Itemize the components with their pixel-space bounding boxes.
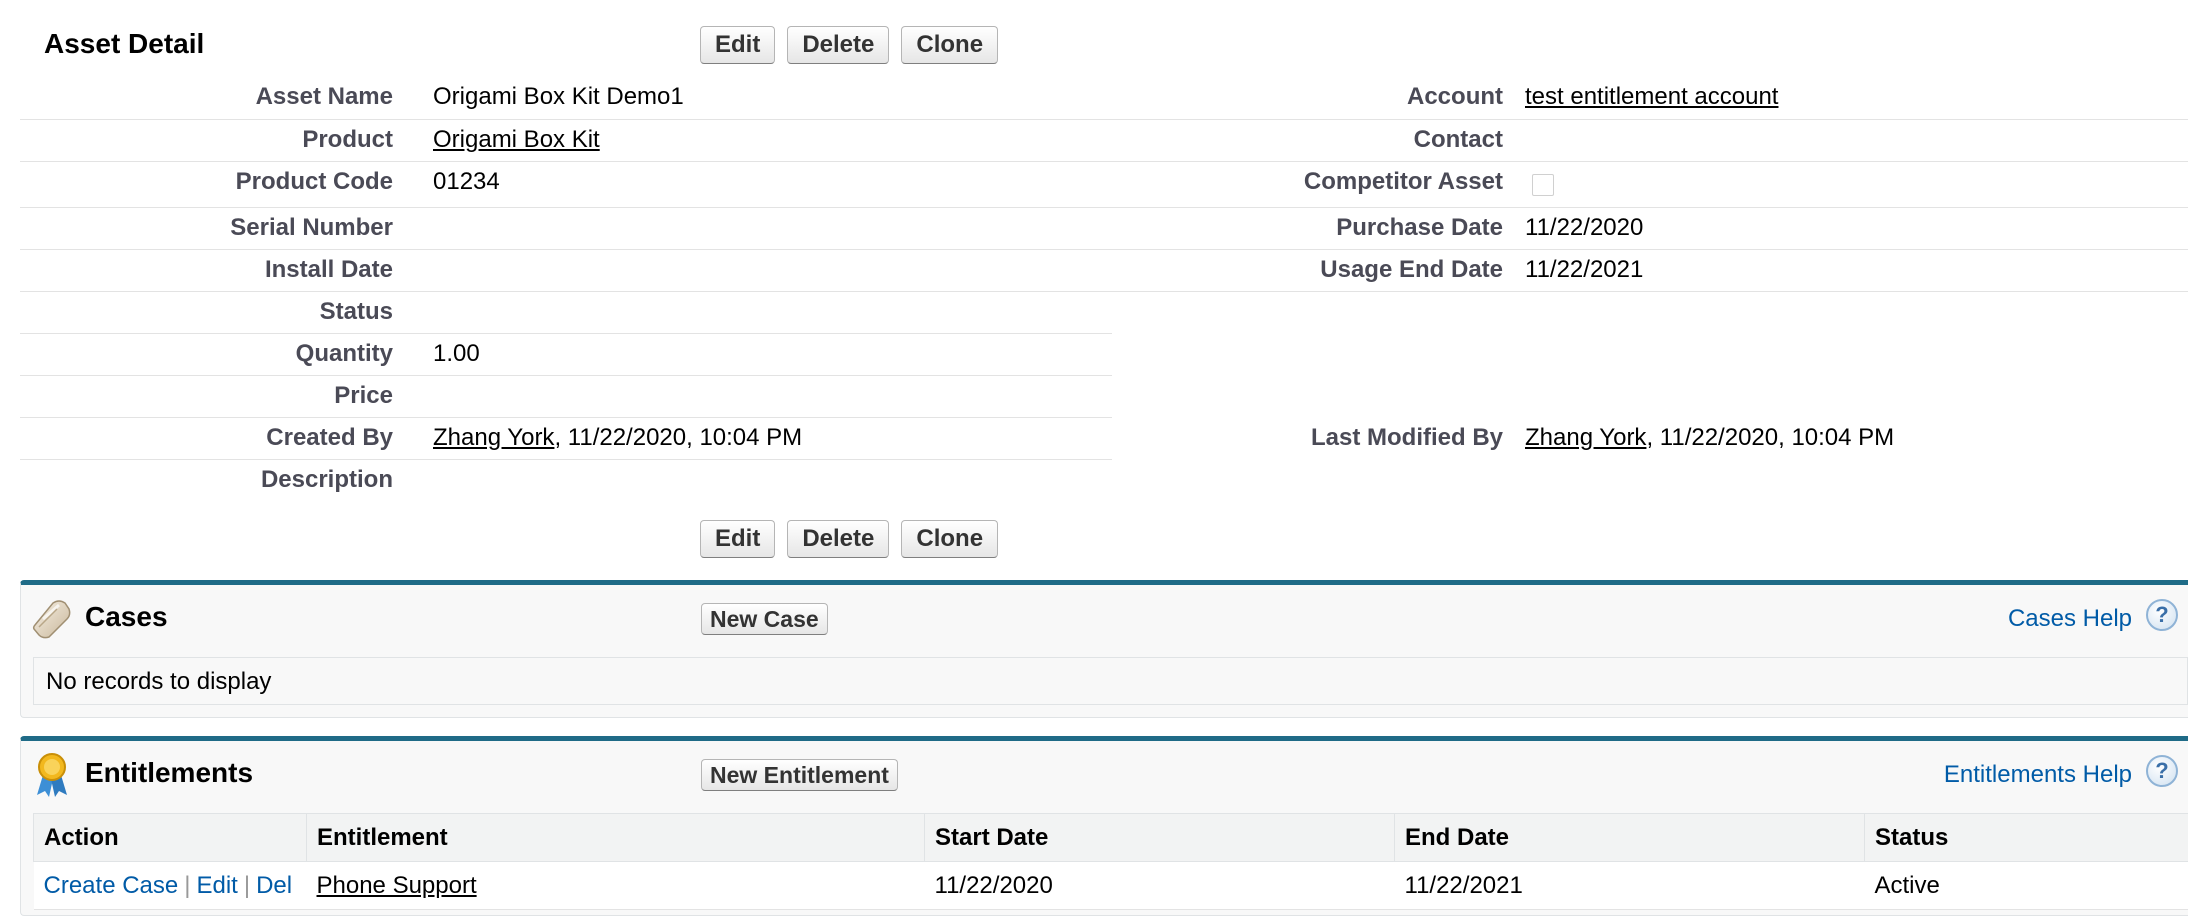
competitor-asset-checkbox bbox=[1532, 174, 1554, 196]
product-link[interactable]: Origami Box Kit bbox=[433, 126, 600, 153]
page-title: Asset Detail bbox=[44, 28, 205, 59]
cases-list-body: No records to display bbox=[33, 657, 2188, 705]
entitlement-link[interactable]: Phone Support bbox=[317, 872, 477, 899]
table-header-row: Action Entitlement Start Date End Date S… bbox=[33, 813, 2188, 862]
clone-button[interactable]: Clone bbox=[901, 26, 999, 64]
delete-button[interactable]: Delete bbox=[787, 520, 890, 558]
table-row: Create Case | Edit | Del Phone Support 11/22… bbox=[33, 861, 2188, 910]
edit-button[interactable]: Edit bbox=[700, 26, 776, 64]
quantity-label: Quantity bbox=[295, 340, 393, 367]
cases-help-link[interactable]: Cases Help bbox=[2008, 605, 2132, 633]
detail-top-buttons: Edit Delete Clone bbox=[700, 26, 999, 64]
help-icon[interactable]: ? bbox=[2146, 755, 2178, 787]
action-cell: Create Case | Edit | Del bbox=[33, 861, 307, 910]
quantity-value: 1.00 bbox=[433, 340, 480, 367]
product-code-value: 01234 bbox=[433, 168, 500, 195]
purchase-date-label: Purchase Date bbox=[1336, 214, 1503, 241]
column-header-end-date: End Date bbox=[1394, 813, 1865, 862]
status-cell: Active bbox=[1864, 861, 2188, 910]
install-date-label: Install Date bbox=[264, 256, 393, 283]
purchase-date-value: 11/22/2020 bbox=[1525, 214, 1644, 241]
column-header-start-date: Start Date bbox=[924, 813, 1395, 862]
detail-bottom-buttons: Edit Delete Clone bbox=[700, 520, 999, 558]
asset-name-value: Origami Box Kit Demo1 bbox=[433, 83, 684, 110]
product-code-label: Product Code bbox=[235, 168, 393, 195]
delete-button[interactable]: Delete bbox=[787, 26, 890, 64]
created-by-user-link[interactable]: Zhang York bbox=[433, 424, 554, 451]
column-header-action: Action bbox=[33, 813, 307, 862]
separator: | bbox=[184, 871, 191, 899]
usage-end-date-value: 11/22/2021 bbox=[1525, 256, 1644, 283]
end-date-cell: 11/22/2021 bbox=[1394, 861, 1865, 910]
ribbon-award-icon bbox=[37, 753, 67, 797]
cases-icon bbox=[32, 600, 71, 639]
entitlements-table: Action Entitlement Start Date End Date S… bbox=[33, 813, 2188, 910]
created-by-label: Created By bbox=[266, 424, 393, 451]
entitlements-related-list: Entitlements New Entitlement Entitlement… bbox=[20, 736, 2188, 916]
created-by-date: , 11/22/2020, 10:04 PM bbox=[554, 424, 803, 451]
contact-label: Contact bbox=[1413, 126, 1503, 153]
usage-end-date-label: Usage End Date bbox=[1320, 256, 1503, 283]
last-modified-by-user-link[interactable]: Zhang York bbox=[1525, 424, 1646, 451]
cases-related-list: Cases New Case Cases Help ? No records t… bbox=[20, 580, 2188, 718]
last-modified-by-label: Last Modified By bbox=[1310, 424, 1503, 451]
account-label: Account bbox=[1407, 83, 1503, 110]
entitlements-title: Entitlements bbox=[85, 757, 254, 788]
asset-name-label: Asset Name bbox=[255, 83, 393, 110]
clone-button[interactable]: Clone bbox=[901, 520, 999, 558]
serial-number-label: Serial Number bbox=[230, 214, 393, 241]
status-label: Status bbox=[319, 298, 393, 325]
account-link[interactable]: test entitlement account bbox=[1525, 83, 1778, 110]
column-header-status: Status bbox=[1864, 813, 2188, 862]
description-label: Description bbox=[260, 466, 393, 493]
price-label: Price bbox=[334, 382, 393, 409]
help-icon[interactable]: ? bbox=[2146, 599, 2178, 631]
edit-button[interactable]: Edit bbox=[700, 520, 776, 558]
edit-link[interactable]: Edit bbox=[196, 872, 237, 899]
column-header-entitlement: Entitlement bbox=[306, 813, 925, 862]
create-case-link[interactable]: Create Case bbox=[44, 872, 179, 899]
start-date-cell: 11/22/2020 bbox=[924, 861, 1395, 910]
product-label: Product bbox=[302, 126, 393, 153]
separator: | bbox=[243, 871, 251, 899]
competitor-asset-label: Competitor Asset bbox=[1303, 168, 1503, 195]
last-modified-by-date: , 11/22/2020, 10:04 PM bbox=[1646, 424, 1895, 451]
no-records-text: No records to display bbox=[46, 668, 272, 695]
entitlements-help-link[interactable]: Entitlements Help bbox=[1944, 761, 2132, 789]
entitlement-cell: Phone Support bbox=[306, 861, 925, 910]
cases-title: Cases bbox=[85, 601, 168, 632]
delete-link[interactable]: Del bbox=[256, 872, 292, 899]
new-entitlement-button[interactable]: New Entitlement bbox=[701, 759, 898, 791]
new-case-button[interactable]: New Case bbox=[701, 603, 828, 635]
